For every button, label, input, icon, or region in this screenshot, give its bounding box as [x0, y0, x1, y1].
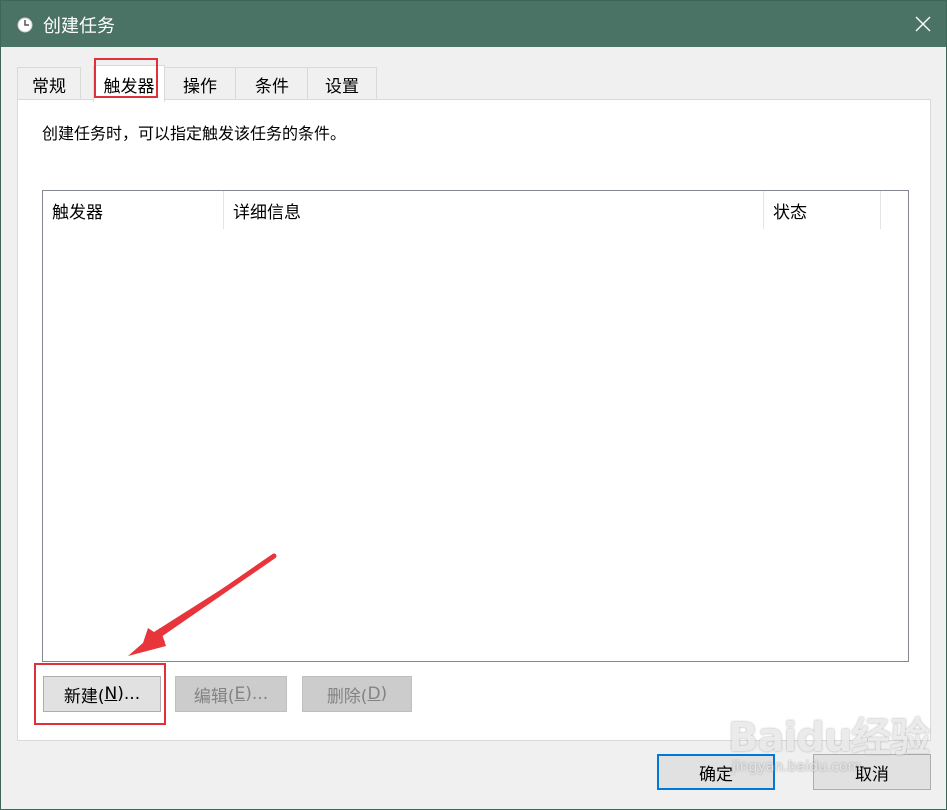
window-title: 创建任务 [43, 16, 115, 37]
close-button[interactable] [900, 1, 946, 47]
cancel-button[interactable]: 取消 [813, 754, 931, 790]
delete-trigger-button[interactable]: 删除(D) [302, 676, 412, 712]
tab-settings[interactable]: 设置 [307, 67, 377, 100]
triggers-panel: 创建任务时，可以指定触发该任务的条件。 触发器 详细信息 状态 新建(N)...… [17, 99, 931, 741]
new-button-highlight-box [34, 663, 166, 725]
edit-trigger-button[interactable]: 编辑(E)... [175, 676, 287, 712]
tab-actions[interactable]: 操作 [163, 67, 237, 100]
column-divider[interactable] [880, 191, 881, 229]
panel-description: 创建任务时，可以指定触发该任务的条件。 [42, 124, 347, 143]
tab-general[interactable]: 常规 [17, 67, 81, 100]
title-bar[interactable]: 创建任务 [1, 1, 946, 47]
column-header-status[interactable]: 状态 [764, 191, 880, 229]
close-icon [915, 16, 931, 32]
column-header-trigger[interactable]: 触发器 [43, 191, 223, 229]
list-header: 触发器 详细信息 状态 [43, 191, 908, 229]
task-scheduler-icon [17, 17, 33, 33]
column-header-details[interactable]: 详细信息 [224, 191, 764, 229]
tab-conditions[interactable]: 条件 [235, 67, 309, 100]
tab-triggers[interactable]: 触发器 [93, 65, 165, 102]
trigger-list[interactable]: 触发器 详细信息 状态 [42, 190, 909, 662]
ok-button[interactable]: 确定 [657, 754, 775, 790]
